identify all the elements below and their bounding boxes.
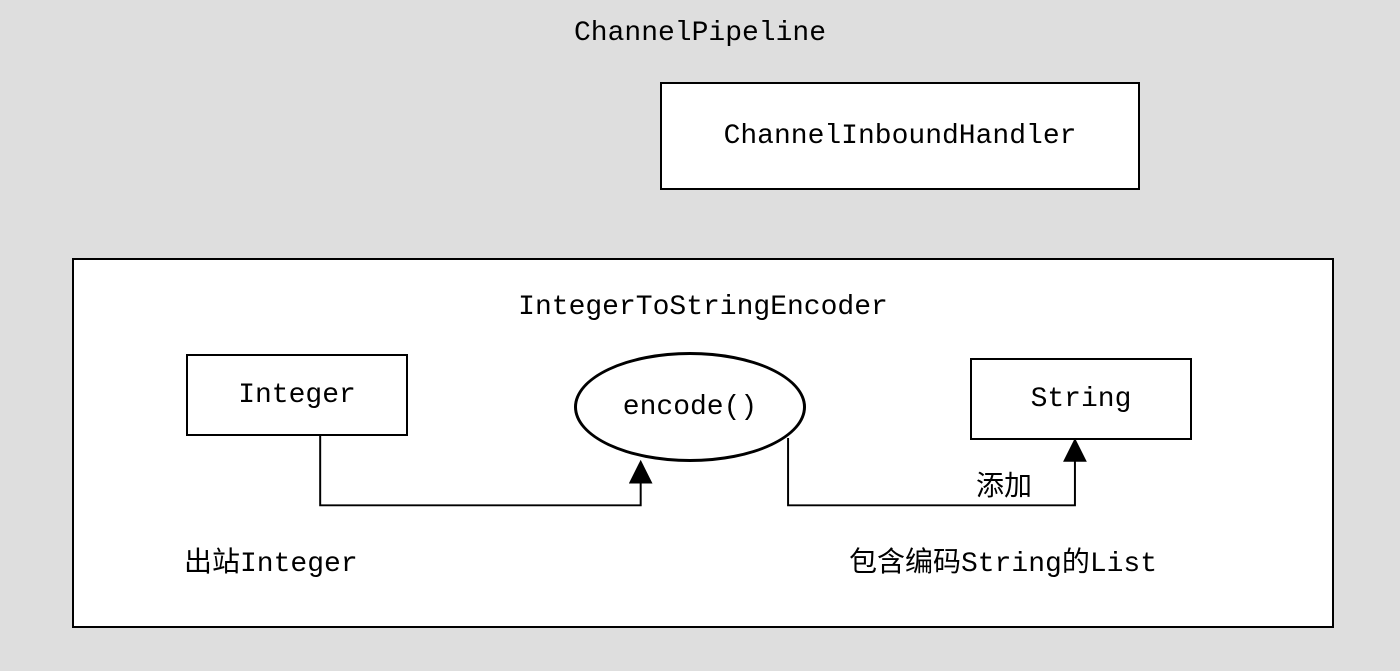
- encode-method-ellipse: encode(): [574, 352, 806, 462]
- encoder-container: IntegerToStringEncoder Integer encode() …: [72, 258, 1334, 628]
- integer-label: Integer: [238, 380, 356, 411]
- string-output-box: String: [970, 358, 1192, 440]
- encode-label: encode(): [623, 392, 757, 423]
- encoder-title: IntegerToStringEncoder: [518, 292, 888, 323]
- inbound-handler-label: ChannelInboundHandler: [724, 121, 1077, 152]
- pipeline-title: ChannelPipeline: [574, 18, 826, 49]
- string-label: String: [1031, 384, 1132, 415]
- inbound-handler-box: ChannelInboundHandler: [660, 82, 1140, 190]
- integer-to-encode-arrow: [320, 434, 640, 505]
- encoded-list-label: 包含编码String的List: [849, 540, 1157, 580]
- integer-input-box: Integer: [186, 354, 408, 436]
- outbound-integer-label: 出站Integer: [184, 540, 358, 580]
- add-label: 添加: [976, 464, 1032, 504]
